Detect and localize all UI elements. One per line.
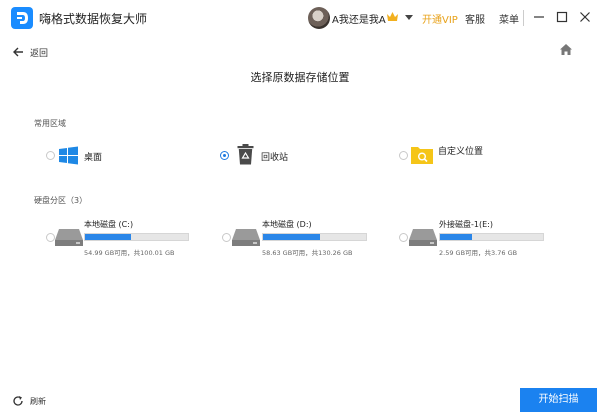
desktop-radio[interactable] xyxy=(46,151,55,160)
recycle-bin-icon[interactable] xyxy=(237,144,254,165)
user-dropdown-caret-icon[interactable] xyxy=(405,15,413,20)
refresh-button[interactable]: 刷新 xyxy=(12,395,46,407)
hard-disk-icon[interactable] xyxy=(54,227,84,247)
page-title: 选择原数据存储位置 xyxy=(250,71,350,84)
refresh-icon xyxy=(13,396,23,406)
back-button[interactable]: 返回 xyxy=(12,45,48,59)
common-area-label: 常用区域 xyxy=(34,119,66,128)
app-logo-icon xyxy=(11,7,33,29)
app-window: 嗨格式数据恢复大师 A我还是我A 开通VIP 客服 菜单 返回 选择原数据存储位… xyxy=(0,0,600,414)
disk-e-usage-fill xyxy=(440,234,472,240)
disk-d-usage-bar xyxy=(262,233,367,241)
disk-e-radio[interactable] xyxy=(399,233,408,242)
recycle-bin-radio[interactable] xyxy=(220,151,229,160)
app-title: 嗨格式数据恢复大师 xyxy=(39,12,148,26)
disk-e-name[interactable]: 外接磁盘-1(E:) xyxy=(439,219,493,230)
disk-c-info: 54.99 GB可用，共100.01 GB xyxy=(84,249,175,257)
custom-location-radio[interactable] xyxy=(399,151,408,160)
disk-c-name[interactable]: 本地磁盘 (C:) xyxy=(84,219,133,230)
hard-disk-icon[interactable] xyxy=(231,227,261,247)
disk-d-name[interactable]: 本地磁盘 (D:) xyxy=(262,219,312,230)
windows-icon[interactable] xyxy=(59,146,78,165)
disk-e-info: 2.59 GB可用，共3.76 GB xyxy=(439,249,518,257)
maximize-icon xyxy=(556,11,568,23)
disk-d-radio[interactable] xyxy=(222,233,231,242)
start-scan-button[interactable]: 开始扫描 xyxy=(520,388,597,412)
disk-d-usage-fill xyxy=(263,234,320,240)
hard-disk-icon[interactable] xyxy=(408,227,438,247)
minimize-button[interactable] xyxy=(530,8,548,26)
disk-c-usage-bar xyxy=(84,233,189,241)
home-icon[interactable] xyxy=(559,43,573,56)
title-bar: 嗨格式数据恢复大师 A我还是我A 开通VIP 客服 菜单 xyxy=(0,0,600,36)
menu-button[interactable]: 菜单 xyxy=(499,11,519,26)
refresh-label: 刷新 xyxy=(30,396,46,406)
minimize-icon xyxy=(534,16,544,18)
open-vip-link[interactable]: 开通VIP xyxy=(422,11,458,26)
customer-service-button[interactable]: 客服 xyxy=(465,11,485,26)
disk-partition-label: 硬盘分区（3） xyxy=(34,196,88,205)
custom-location-label[interactable]: 自定义位置 xyxy=(438,144,483,157)
avatar[interactable] xyxy=(308,7,330,29)
disk-d-info: 58.63 GB可用，共130.26 GB xyxy=(262,249,353,257)
disk-c-usage-fill xyxy=(85,234,132,240)
crown-icon xyxy=(387,12,398,21)
disk-e-usage-bar xyxy=(439,233,544,241)
username[interactable]: A我还是我A xyxy=(332,11,386,26)
close-icon xyxy=(580,12,590,22)
back-label: 返回 xyxy=(30,48,49,59)
desktop-label[interactable]: 桌面 xyxy=(84,150,102,163)
back-arrow-icon xyxy=(13,47,23,57)
folder-search-icon[interactable] xyxy=(411,145,433,164)
close-button[interactable] xyxy=(576,8,594,26)
title-divider xyxy=(523,10,524,26)
recycle-bin-label[interactable]: 回收站 xyxy=(261,150,288,163)
maximize-button[interactable] xyxy=(553,8,571,26)
